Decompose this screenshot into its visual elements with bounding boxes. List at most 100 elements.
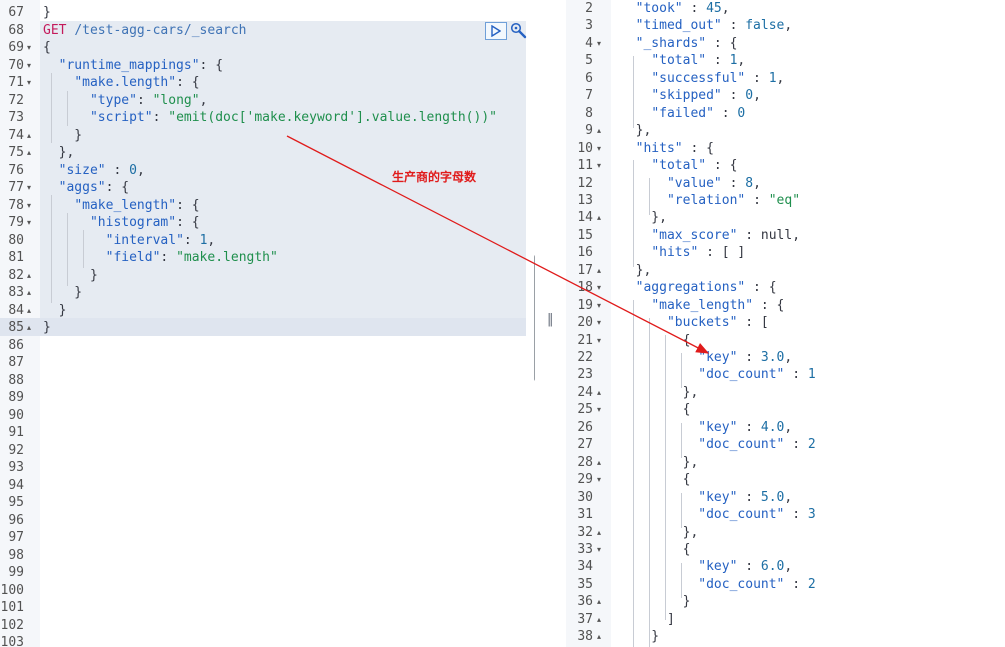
response-line: 31 "doc_count" : 3 [566, 506, 1005, 524]
code-text: } [43, 302, 67, 318]
fold-caret-down-icon[interactable]: ▾ [27, 214, 31, 232]
code-text: "type": "long", [89, 92, 208, 108]
line-number: 88 [8, 372, 24, 388]
code-text: "doc_count" : 3 [698, 507, 816, 523]
fold-caret-up-icon[interactable]: ▴ [27, 319, 31, 337]
fold-caret-down-icon[interactable]: ▾ [27, 179, 31, 197]
response-line: 19 ▾ "make_length" : { [566, 297, 1005, 315]
response-line: 35 "doc_count" : 2 [566, 576, 1005, 594]
line-number: 18 [577, 280, 593, 296]
code-text: "hits" : { [635, 140, 714, 156]
fold-caret-up-icon[interactable]: ▴ [597, 593, 601, 611]
fold-caret-down-icon[interactable]: ▾ [27, 197, 31, 215]
fold-caret-down-icon[interactable]: ▾ [597, 471, 601, 489]
drag-handle-icon: ‖ [547, 312, 554, 327]
fold-caret-down-icon[interactable]: ▾ [27, 57, 31, 75]
line-number: 73 [8, 110, 24, 125]
run-request-button[interactable] [485, 22, 507, 40]
wrench-icon[interactable] [509, 21, 528, 40]
fold-caret-up-icon[interactable]: ▴ [27, 284, 31, 302]
fold-caret-down-icon[interactable]: ▾ [27, 39, 31, 57]
line-number: 86 [8, 337, 24, 353]
line-number: 16 [577, 245, 593, 261]
fold-caret-down-icon[interactable]: ▾ [597, 35, 601, 53]
code-text: GET /test-agg-cars/_search [43, 22, 247, 38]
response-line: 26 "key" : 4.0, [566, 419, 1005, 437]
request-line: 68 GET /test-agg-cars/_search [0, 22, 535, 40]
code-text: "timed_out" : false, [635, 18, 793, 34]
code-text: }, [620, 123, 652, 139]
response-line: 32 ▴ }, [566, 524, 1005, 542]
request-line: 79 ▾ "histogram": { [0, 214, 535, 232]
fold-caret-down-icon[interactable]: ▾ [597, 332, 601, 350]
code-text: "value" : 8, [666, 175, 761, 191]
fold-caret-up-icon[interactable]: ▴ [27, 267, 31, 285]
line-number: 10 [577, 140, 593, 156]
line-number: 33 [577, 541, 593, 557]
response-line: 24 ▴ }, [566, 384, 1005, 402]
line-number: 103 [0, 635, 24, 647]
response-line: 34 "key" : 6.0, [566, 558, 1005, 576]
fold-caret-down-icon[interactable]: ▾ [597, 541, 601, 559]
fold-caret-up-icon[interactable]: ▴ [597, 384, 601, 402]
line-number: 9 [585, 123, 593, 139]
request-line: 82 ▴ } [0, 267, 535, 285]
response-line: 27 "doc_count" : 2 [566, 436, 1005, 454]
response-line: 9 ▴ }, [566, 122, 1005, 140]
line-number: 6 [585, 70, 593, 86]
fold-caret-up-icon[interactable]: ▴ [597, 454, 601, 472]
fold-caret-up-icon[interactable]: ▴ [27, 302, 31, 320]
fold-caret-down-icon[interactable]: ▾ [597, 140, 601, 158]
code-text: } [43, 127, 83, 143]
fold-caret-up-icon[interactable]: ▴ [27, 127, 31, 145]
line-number: 2 [585, 1, 593, 16]
line-number: 72 [8, 92, 24, 108]
play-icon [491, 25, 501, 37]
request-line: 70 ▾ "runtime_mappings": { [0, 57, 535, 75]
line-number: 27 [577, 437, 593, 453]
request-line: 74 ▴ } [0, 127, 535, 145]
fold-caret-down-icon[interactable]: ▾ [597, 297, 601, 315]
line-number: 70 [8, 57, 24, 73]
response-line: 28 ▴ }, [566, 454, 1005, 472]
request-line: 85 ▴} [0, 319, 535, 337]
fold-caret-down-icon[interactable]: ▾ [597, 157, 601, 175]
line-number: 12 [577, 175, 593, 191]
request-line: 71 ▾ "make.length": { [0, 74, 535, 92]
fold-caret-up-icon[interactable]: ▴ [597, 524, 601, 542]
response-viewer[interactable]: 2 "took" : 45, 3 "timed_out" : false, 4 ▾ "… [566, 0, 1005, 647]
fold-caret-down-icon[interactable]: ▾ [597, 314, 601, 332]
code-text: }, [620, 524, 699, 540]
request-line: 93 [0, 459, 535, 477]
code-text: } [43, 320, 51, 335]
response-line: 7 "skipped" : 0, [566, 87, 1005, 105]
line-number: 84 [8, 302, 24, 318]
fold-caret-down-icon[interactable]: ▾ [597, 279, 601, 297]
fold-caret-up-icon[interactable]: ▴ [597, 628, 601, 646]
line-number: 87 [8, 355, 24, 370]
fold-caret-up-icon[interactable]: ▴ [597, 122, 601, 140]
request-line: 100 [0, 582, 535, 600]
line-number: 8 [585, 105, 593, 121]
fold-caret-up-icon[interactable]: ▴ [597, 262, 601, 280]
fold-caret-down-icon[interactable]: ▾ [27, 74, 31, 92]
fold-caret-down-icon[interactable]: ▾ [597, 401, 601, 419]
pane-resize-handle[interactable]: ‖ [535, 0, 566, 647]
line-number: 15 [577, 227, 593, 243]
fold-caret-up-icon[interactable]: ▴ [597, 209, 601, 227]
line-number: 100 [0, 582, 24, 598]
request-line: 90 [0, 407, 535, 425]
request-editor[interactable]: 67} 68 GET /test-agg-cars/_search 69 ▾{70 ▾ "… [0, 0, 535, 647]
line-number: 102 [0, 617, 24, 633]
code-text: "aggs": { [58, 180, 130, 195]
line-number: 34 [577, 559, 593, 575]
request-line: 94 [0, 477, 535, 495]
line-number: 19 [577, 297, 593, 313]
code-text: ] [620, 611, 675, 627]
code-text: "total" : 1, [651, 53, 746, 69]
fold-caret-up-icon[interactable]: ▴ [597, 611, 601, 629]
fold-caret-up-icon[interactable]: ▴ [27, 144, 31, 162]
line-number: 30 [577, 489, 593, 505]
line-number: 36 [577, 594, 593, 610]
line-number: 101 [0, 600, 24, 615]
